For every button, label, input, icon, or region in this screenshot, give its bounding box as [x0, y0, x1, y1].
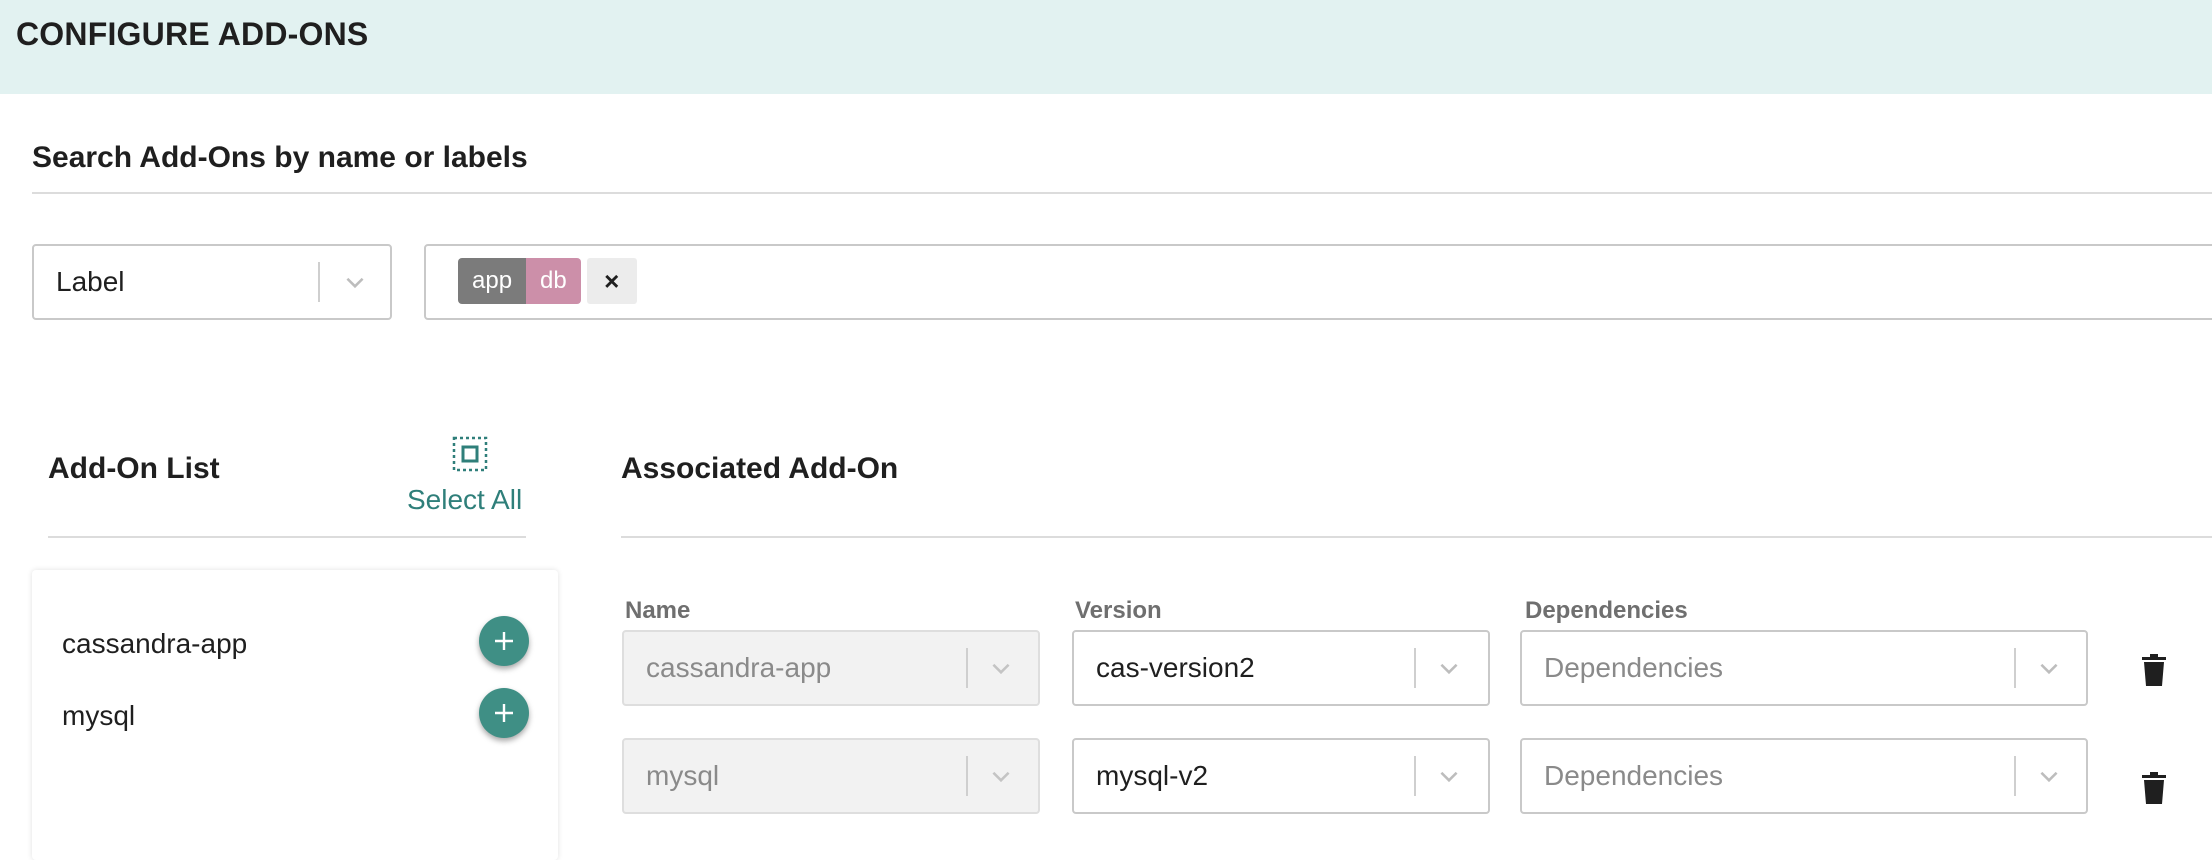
- selected-tag-group: app db ×: [458, 258, 637, 304]
- select-separator: [2014, 648, 2016, 688]
- addon-version-select[interactable]: cas-version2: [1072, 630, 1490, 706]
- select-separator: [318, 262, 320, 302]
- select-all-button[interactable]: [408, 436, 488, 490]
- addon-list-divider: [48, 536, 526, 538]
- list-item-mysql: mysql: [62, 700, 136, 731]
- label-search-input[interactable]: [424, 244, 2212, 320]
- chevron-down-icon[interactable]: [1436, 655, 1462, 681]
- addon-version-value: mysql-v2: [1096, 760, 1209, 791]
- chevron-down-icon[interactable]: [1436, 763, 1462, 789]
- column-header-name: Name: [625, 597, 691, 624]
- addon-dependencies-select[interactable]: Dependencies: [1520, 738, 2088, 814]
- list-item-cassandra-app: cassandra-app: [62, 628, 248, 659]
- add-mysql-button[interactable]: [479, 688, 529, 738]
- associated-divider: [621, 536, 2212, 538]
- select-all-icon: [452, 436, 488, 472]
- select-all-label[interactable]: Select All: [407, 484, 522, 516]
- addon-name-value: mysql: [646, 760, 720, 791]
- select-separator: [2014, 756, 2016, 796]
- trash-icon[interactable]: [2141, 772, 2167, 804]
- addon-version-select[interactable]: mysql-v2: [1072, 738, 1490, 814]
- addon-name-value: cassandra-app: [646, 652, 832, 683]
- chevron-down-icon[interactable]: [342, 269, 368, 295]
- search-divider: [32, 192, 2212, 194]
- tag-app[interactable]: app: [458, 258, 527, 304]
- plus-icon: [495, 632, 513, 650]
- associated-addon-title: Associated Add-On: [621, 452, 899, 485]
- clear-tags-button[interactable]: ×: [586, 258, 637, 304]
- addon-name-select: cassandra-app: [622, 630, 1040, 706]
- chevron-down-icon[interactable]: [2036, 655, 2062, 681]
- page-header: CONFIGURE ADD-ONS: [0, 0, 2212, 94]
- chevron-down-icon[interactable]: [2036, 763, 2062, 789]
- addon-dependencies-select[interactable]: Dependencies: [1520, 630, 2088, 706]
- chevron-down-icon: [992, 771, 1010, 783]
- trash-icon[interactable]: [2141, 654, 2167, 686]
- addon-version-value: cas-version2: [1096, 652, 1255, 683]
- plus-icon: [495, 704, 513, 722]
- select-separator: [966, 756, 968, 796]
- addon-list-title: Add-On List: [48, 452, 220, 485]
- select-separator: [1414, 756, 1416, 796]
- filter-type-value: Label: [56, 266, 125, 297]
- column-header-version: Version: [1075, 597, 1162, 624]
- select-separator: [966, 648, 968, 688]
- tag-db[interactable]: db: [526, 258, 581, 304]
- filter-type-select[interactable]: Label: [32, 244, 392, 320]
- chevron-down-icon: [992, 663, 1010, 675]
- select-separator: [1414, 648, 1416, 688]
- dependencies-placeholder: Dependencies: [1544, 760, 1724, 791]
- column-header-dependencies: Dependencies: [1525, 597, 1688, 624]
- search-section-title: Search Add-Ons by name or labels: [32, 141, 528, 174]
- add-cassandra-app-button[interactable]: [479, 616, 529, 666]
- dependencies-placeholder: Dependencies: [1544, 652, 1724, 683]
- page-title: CONFIGURE ADD-ONS: [16, 16, 369, 52]
- addon-name-select: mysql: [622, 738, 1040, 814]
